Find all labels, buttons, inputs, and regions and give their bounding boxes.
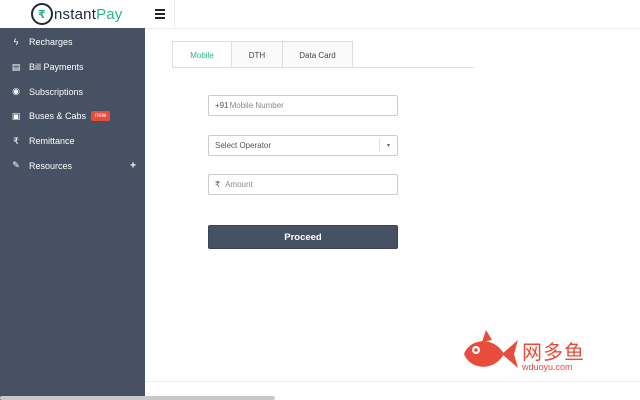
sidebar-item-label: Bill Payments — [29, 62, 84, 73]
amount-input[interactable]: ₹ Amount — [208, 174, 398, 195]
sidebar-nav: ϟ Recharges ▤ Bill Payments ◉ Subscripti… — [0, 30, 145, 178]
amount-placeholder: Amount — [225, 180, 253, 189]
sidebar-item-label: Recharges — [29, 37, 73, 48]
sidebar-item-remittance[interactable]: ₹ Remittance — [0, 129, 145, 154]
bolt-icon: ϟ — [13, 37, 19, 48]
rupee-icon: ₹ — [215, 180, 221, 189]
watermark-subtitle: wduoyu.com — [522, 362, 573, 372]
hamburger-line — [154, 13, 165, 15]
tab-dth[interactable]: DTH — [231, 41, 283, 68]
brand-name-part2: Pay — [96, 5, 123, 23]
operator-select-value: Select Operator — [215, 141, 272, 150]
sidebar-item-label: Remittance — [29, 136, 75, 147]
footer-divider — [145, 381, 640, 382]
watermark: 网多鱼 wduoyu.com — [460, 328, 610, 380]
mobile-number-placeholder: Mobile Number — [229, 101, 284, 110]
file-icon: ▤ — [11, 61, 21, 72]
sidebar-item-label: Resources — [29, 160, 73, 171]
country-code-prefix: +91 — [215, 101, 229, 110]
tab-mobile[interactable]: Mobile — [172, 41, 232, 68]
wrench-icon: ✎ — [12, 160, 20, 171]
sidebar-item-subscriptions[interactable]: ◉ Subscriptions — [0, 79, 145, 104]
tabs-divider — [172, 67, 474, 68]
rss-icon: ◉ — [12, 86, 20, 97]
sidebar-item-label: Buses & Cabs — [29, 111, 87, 122]
rupee-logo-icon: ₹ — [31, 3, 53, 25]
brand-logo[interactable]: ₹ nstantPay — [0, 0, 145, 28]
new-badge: new — [91, 111, 111, 122]
fish-logo-icon — [464, 330, 518, 368]
sidebar-item-resources[interactable]: ✎ Resources + — [0, 153, 145, 178]
sidebar-item-bill-payments[interactable]: ▤ Bill Payments — [0, 55, 145, 80]
hamburger-icon[interactable] — [145, 0, 175, 28]
sidebar-item-recharges[interactable]: ϟ Recharges — [0, 30, 145, 55]
sidebar-item-label: Subscriptions — [29, 86, 84, 97]
brand-name: nstantPay — [54, 6, 123, 23]
rupee-icon: ₹ — [13, 135, 19, 146]
tab-data-card[interactable]: Data Card — [282, 41, 353, 68]
top-bar — [145, 0, 640, 29]
hamburger-line — [154, 17, 165, 19]
mobile-number-input[interactable]: +91 Mobile Number — [208, 95, 398, 116]
horizontal-scrollbar[interactable] — [0, 396, 275, 400]
proceed-button[interactable]: Proceed — [208, 225, 398, 249]
expand-plus-icon[interactable]: + — [130, 160, 136, 171]
hamburger-line — [154, 9, 165, 11]
bus-icon: ▣ — [11, 110, 21, 121]
brand-name-part1: nstant — [54, 5, 97, 23]
watermark-title: 网多鱼 — [522, 340, 585, 364]
sidebar-item-buses-cabs[interactable]: ▣ Buses & Cabs new — [0, 104, 145, 129]
operator-select[interactable]: Select Operator ▼ — [208, 135, 398, 156]
recharge-tabs: Mobile DTH Data Card — [172, 41, 353, 68]
caret-down-icon[interactable]: ▼ — [379, 139, 397, 152]
sidebar: ₹ nstantPay ϟ Recharges ▤ Bill Payments … — [0, 0, 145, 400]
